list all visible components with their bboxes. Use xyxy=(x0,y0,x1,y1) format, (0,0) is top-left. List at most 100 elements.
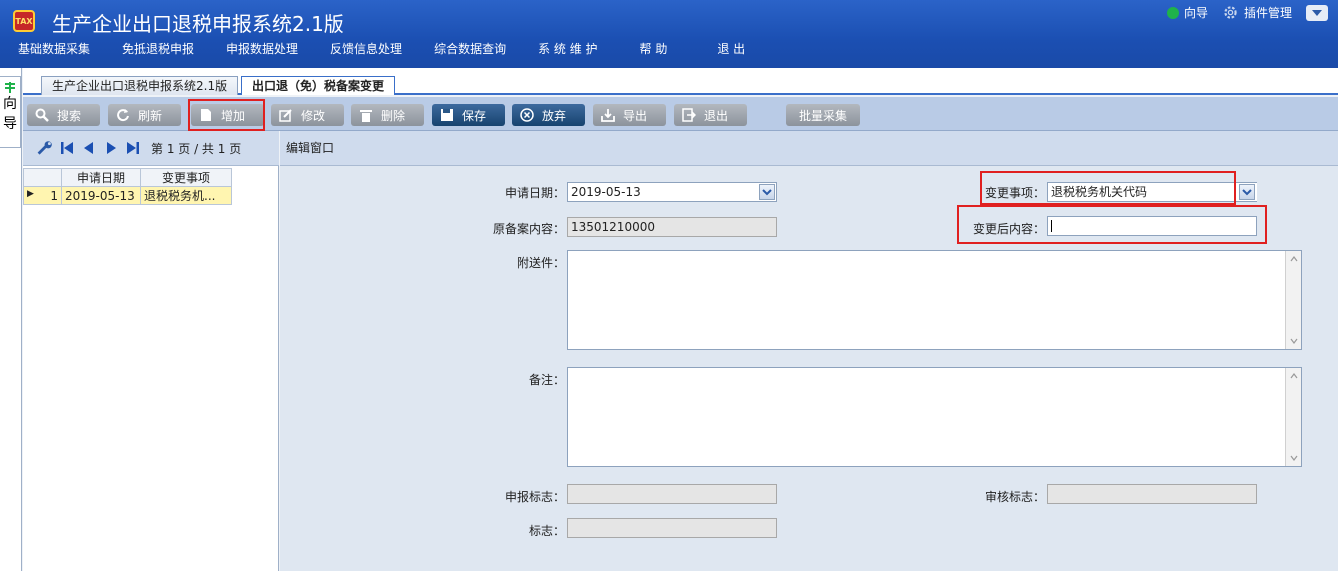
attachment-scrollbar[interactable] xyxy=(1285,251,1301,349)
row-indicator: ▶ 1 xyxy=(23,186,62,205)
app-logo-icon: TAX xyxy=(13,10,35,32)
scroll-down-icon[interactable] xyxy=(1287,334,1300,348)
remark-textarea[interactable] xyxy=(567,367,1302,467)
chevron-down-icon[interactable] xyxy=(759,184,775,200)
pin-icon xyxy=(5,82,15,93)
menu-tax-declare[interactable]: 免抵退税申报 xyxy=(104,40,208,60)
edit-button[interactable]: 修改 xyxy=(271,104,344,126)
menu-system[interactable]: 系 统 维 护 xyxy=(520,40,611,60)
batch-collect-label: 批量采集 xyxy=(798,108,847,123)
change-item-highlight xyxy=(980,171,1236,205)
exit-label: 退出 xyxy=(704,108,729,123)
top-right-tools: 向导 插件管理 xyxy=(1166,4,1328,21)
tab-record-change[interactable]: 出口退（免）税备案变更 xyxy=(241,76,396,95)
decl-flag-field xyxy=(567,484,777,504)
menu-help[interactable]: 帮 助 xyxy=(612,40,682,60)
save-label: 保存 xyxy=(462,108,487,123)
grid-header-date[interactable]: 申请日期 xyxy=(61,168,141,187)
guide-sidebar: 向 导 xyxy=(0,68,22,571)
record-grid: 申请日期 变更事项 ▶ 1 2019-05-13 退税税务机... xyxy=(23,168,232,205)
floppy-disk-icon xyxy=(440,108,454,122)
guide-char-2: 导 xyxy=(3,116,17,132)
export-button[interactable]: 导出 xyxy=(593,104,666,126)
export-tray-icon xyxy=(601,108,615,122)
row-number: 1 xyxy=(50,188,58,203)
guide-char-1: 向 xyxy=(3,96,17,112)
plugin-manager-button[interactable]: 插件管理 xyxy=(1222,4,1292,21)
delete-label: 删除 xyxy=(381,108,406,123)
trash-icon xyxy=(359,108,373,122)
delete-button[interactable]: 删除 xyxy=(351,104,424,126)
export-label: 导出 xyxy=(623,108,648,123)
flag-label: 标志： xyxy=(528,524,565,538)
row-date: 2019-05-13 xyxy=(61,186,141,205)
row-item: 退税税务机... xyxy=(140,186,232,205)
decl-flag-label: 申报标志： xyxy=(504,490,565,504)
next-page-icon[interactable] xyxy=(103,140,119,156)
row-pointer-icon: ▶ xyxy=(27,188,34,199)
tab-home[interactable]: 生产企业出口退税申报系统2.1版 xyxy=(41,76,239,95)
audit-flag-label: 审核标志： xyxy=(984,490,1045,504)
cancel-circle-icon xyxy=(520,108,534,122)
plugin-manager-label: 插件管理 xyxy=(1243,6,1292,20)
new-content-highlight xyxy=(957,205,1267,244)
search-icon xyxy=(35,108,49,122)
save-button[interactable]: 保存 xyxy=(432,104,505,126)
batch-collect-button[interactable]: 批量采集 xyxy=(786,104,860,126)
scroll-up-icon[interactable] xyxy=(1287,369,1300,383)
search-label: 搜索 xyxy=(57,108,82,123)
collapse-button[interactable] xyxy=(1306,4,1328,21)
apply-date-value: 2019-05-13 xyxy=(571,185,641,199)
guide-tab[interactable]: 向 导 xyxy=(0,76,21,148)
remark-label: 备注： xyxy=(528,373,565,387)
menu-basic-data[interactable]: 基础数据采集 xyxy=(0,40,104,60)
menu-data-process[interactable]: 申报数据处理 xyxy=(208,40,312,60)
apply-date-label: 申请日期： xyxy=(504,186,565,200)
edit-window-title: 编辑窗口 xyxy=(280,131,1338,166)
audit-flag-field xyxy=(1047,484,1257,504)
scroll-down-icon[interactable] xyxy=(1287,451,1300,465)
page-indicator: 第 1 页 / 共 1 页 xyxy=(151,141,242,156)
refresh-icon xyxy=(116,108,130,122)
edit-label: 修改 xyxy=(301,108,326,123)
table-row[interactable]: ▶ 1 2019-05-13 退税税务机... xyxy=(23,186,232,205)
main-menu: 基础数据采集 免抵退税申报 申报数据处理 反馈信息处理 综合数据查询 系 统 维… xyxy=(0,40,759,60)
pencil-icon xyxy=(279,108,293,122)
search-button[interactable]: 搜索 xyxy=(27,104,100,126)
tab-strip: 生产企业出口退税申报系统2.1版 出口退（免）税备案变更 xyxy=(23,68,1338,95)
discard-label: 放弃 xyxy=(542,108,567,123)
refresh-button[interactable]: 刷新 xyxy=(108,104,181,126)
refresh-label: 刷新 xyxy=(138,108,163,123)
attachment-label: 附送件： xyxy=(516,256,565,270)
add-button-highlight xyxy=(188,99,265,131)
guide-label: 向导 xyxy=(1183,6,1208,20)
orig-content-field: 13501210000 xyxy=(567,217,777,237)
grid-corner xyxy=(23,168,62,187)
scroll-up-icon[interactable] xyxy=(1287,252,1300,266)
change-item-dropdown-icon[interactable] xyxy=(1239,184,1255,200)
last-page-icon[interactable] xyxy=(125,140,141,156)
first-page-icon[interactable] xyxy=(59,140,75,156)
remark-scrollbar[interactable] xyxy=(1285,368,1301,466)
menu-exit[interactable]: 退 出 xyxy=(681,40,759,60)
edit-panel: 编辑窗口 申请日期： 2019-05-13 变更事项： 退税税务机关代码 原备案… xyxy=(280,131,1338,571)
record-list-panel: 第 1 页 / 共 1 页 申请日期 变更事项 ▶ 1 2019-05-13 退税… xyxy=(23,131,279,571)
menu-query[interactable]: 综合数据查询 xyxy=(416,40,520,60)
grid-header-item[interactable]: 变更事项 xyxy=(140,168,232,187)
exit-button[interactable]: 退出 xyxy=(674,104,747,126)
discard-button[interactable]: 放弃 xyxy=(512,104,585,126)
exit-door-icon xyxy=(682,108,696,122)
prev-page-icon[interactable] xyxy=(81,140,97,156)
chevron-down-icon xyxy=(1312,9,1322,16)
flag-field xyxy=(567,518,777,538)
pager: 第 1 页 / 共 1 页 xyxy=(23,131,279,166)
wrench-icon[interactable] xyxy=(37,140,53,156)
title-bar: TAX 生产企业出口退税申报系统2.1版 基础数据采集 免抵退税申报 申报数据处… xyxy=(0,0,1338,68)
attachment-textarea[interactable] xyxy=(567,250,1302,350)
guide-button[interactable]: 向导 xyxy=(1166,4,1208,21)
orig-content-label: 原备案内容： xyxy=(492,222,565,236)
menu-feedback[interactable]: 反馈信息处理 xyxy=(312,40,416,60)
guide-icon xyxy=(1166,6,1179,19)
app-title: 生产企业出口退税申报系统2.1版 xyxy=(52,12,344,36)
apply-date-field[interactable]: 2019-05-13 xyxy=(567,182,777,202)
